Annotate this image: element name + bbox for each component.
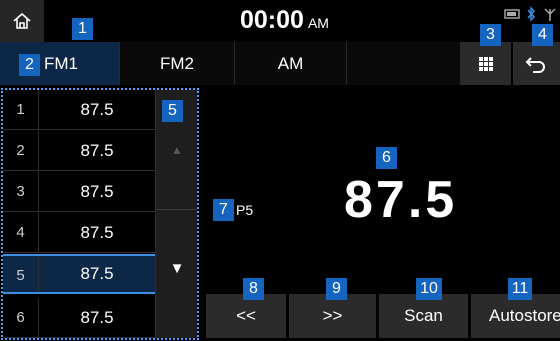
tab-fm1[interactable]: FM1 — [0, 42, 120, 85]
tab-am[interactable]: AM — [235, 42, 347, 85]
preset-list: 1 87.5 2 87.5 3 87.5 4 87.5 5 87.5 6 87.… — [1, 88, 199, 340]
bluetooth-icon — [527, 6, 536, 22]
home-button[interactable] — [0, 0, 44, 42]
preset-frequency: 87.5 — [80, 222, 114, 242]
callout-5: 5 — [162, 100, 183, 122]
preset-item-3[interactable]: 3 87.5 — [3, 172, 155, 212]
autostore-button[interactable]: Autostore — [471, 294, 560, 338]
preset-item-1[interactable]: 1 87.5 — [3, 90, 155, 130]
grid-icon — [478, 56, 493, 71]
callout-1: 1 — [72, 18, 93, 40]
preset-number: 6 — [3, 298, 39, 337]
seek-back-label: << — [236, 306, 256, 325]
preset-frequency: 87.5 — [80, 99, 114, 119]
preset-number: 2 — [3, 131, 39, 170]
tab-fm2-label: FM2 — [160, 53, 194, 73]
seek-forward-button[interactable]: >> — [289, 294, 376, 338]
preset-number: 1 — [3, 90, 39, 129]
callout-6: 6 — [376, 147, 397, 169]
menu-button[interactable] — [461, 42, 511, 85]
scroll-down-button[interactable]: ▼ — [156, 212, 197, 338]
preset-number: 3 — [3, 172, 39, 211]
preset-frequency: 87.5 — [80, 140, 114, 160]
preset-frequency: 87.5 — [80, 307, 114, 327]
tab-am-label: AM — [277, 53, 304, 73]
home-icon — [13, 12, 31, 29]
seek-forward-label: >> — [322, 306, 343, 325]
current-frequency: 87.5 — [344, 171, 458, 229]
scroll-down-icon: ▼ — [169, 260, 185, 277]
clock-ampm: AM — [307, 15, 329, 31]
preset-frequency: 87.5 — [80, 264, 114, 283]
preset-number: 4 — [3, 213, 39, 252]
phone-icon — [504, 9, 520, 19]
tab-empty — [347, 42, 461, 85]
back-button[interactable] — [513, 42, 560, 85]
status-icons — [504, 6, 558, 22]
callout-9: 9 — [326, 278, 347, 300]
current-preset-tag: P5 — [236, 202, 254, 218]
preset-frequency: 87.5 — [80, 181, 114, 201]
preset-item-2[interactable]: 2 87.5 — [3, 131, 155, 171]
callout-7: 7 — [213, 199, 234, 221]
tab-fm1-label: FM1 — [44, 53, 78, 73]
preset-item-6[interactable]: 6 87.5 — [3, 298, 155, 338]
band-tabs: FM1 FM2 AM — [0, 42, 560, 85]
back-icon — [525, 56, 545, 73]
callout-3: 3 — [480, 24, 501, 46]
signal-icon — [544, 8, 556, 21]
preset-item-5[interactable]: 5 87.5 — [3, 254, 155, 294]
scan-button[interactable]: Scan — [379, 294, 468, 338]
callout-4: 4 — [532, 24, 553, 46]
preset-number: 5 — [3, 256, 39, 292]
autostore-label: Autostore — [489, 306, 560, 325]
scroll-up-icon: ▲ — [171, 142, 183, 157]
preset-scrollbar: ▲ ▼ — [155, 90, 197, 338]
callout-8: 8 — [243, 278, 264, 300]
clock: 00:00 AM — [240, 6, 329, 35]
callout-11: 11 — [508, 278, 532, 300]
callout-10: 10 — [416, 278, 442, 300]
scan-label: Scan — [404, 306, 443, 325]
tab-fm2[interactable]: FM2 — [120, 42, 235, 85]
seek-back-button[interactable]: << — [206, 294, 286, 338]
control-bar: << >> Scan Autostore — [206, 294, 560, 338]
clock-time: 00:00 — [240, 6, 304, 34]
preset-item-4[interactable]: 4 87.5 — [3, 213, 155, 253]
callout-2: 2 — [19, 54, 40, 76]
